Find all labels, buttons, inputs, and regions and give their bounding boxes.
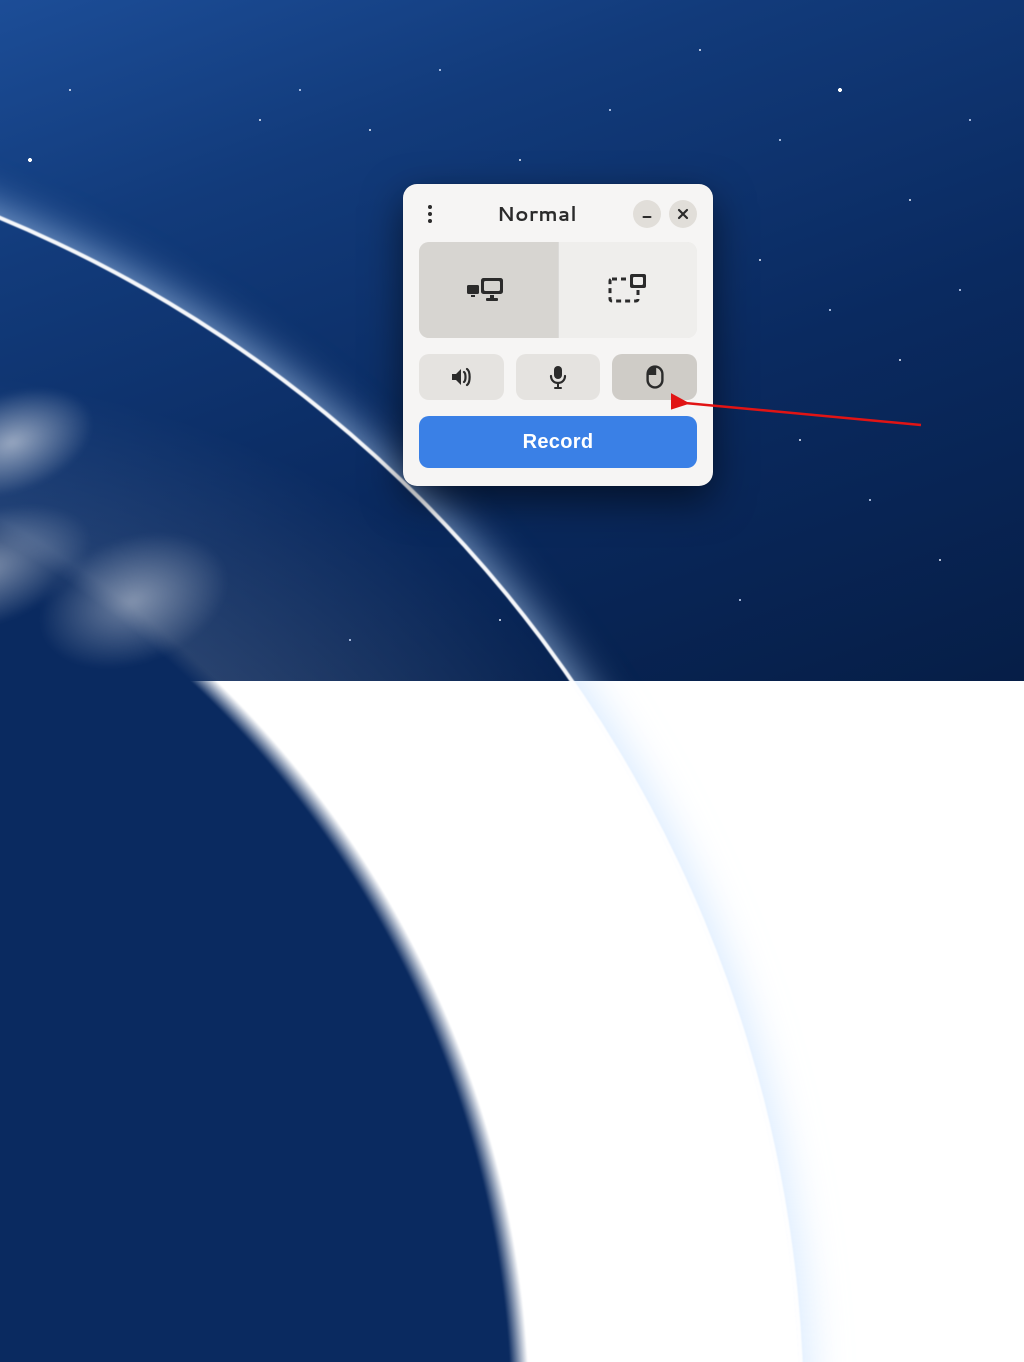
record-button-label: Record xyxy=(523,431,594,453)
minimize-icon xyxy=(641,208,653,220)
microphone-icon xyxy=(548,365,568,389)
selection-mode-button[interactable] xyxy=(558,242,698,338)
pointer-toggle-button[interactable] xyxy=(612,354,697,400)
screen-icon xyxy=(464,272,512,308)
recorder-window: Normal xyxy=(403,184,713,486)
menu-button[interactable] xyxy=(419,203,441,225)
mouse-icon xyxy=(646,365,664,389)
speaker-icon xyxy=(449,366,473,388)
microphone-toggle-button[interactable] xyxy=(516,354,601,400)
window-title: Normal xyxy=(497,200,577,228)
minimize-button[interactable] xyxy=(633,200,661,228)
speaker-toggle-button[interactable] xyxy=(419,354,504,400)
close-icon xyxy=(677,208,689,220)
capture-mode-group xyxy=(419,242,697,338)
selection-icon xyxy=(608,273,648,307)
toggle-row xyxy=(419,354,697,400)
record-button[interactable]: Record xyxy=(419,416,697,468)
close-button[interactable] xyxy=(669,200,697,228)
titlebar: Normal xyxy=(419,198,697,242)
screen-mode-button[interactable] xyxy=(419,242,558,338)
kebab-menu-icon xyxy=(428,205,432,223)
